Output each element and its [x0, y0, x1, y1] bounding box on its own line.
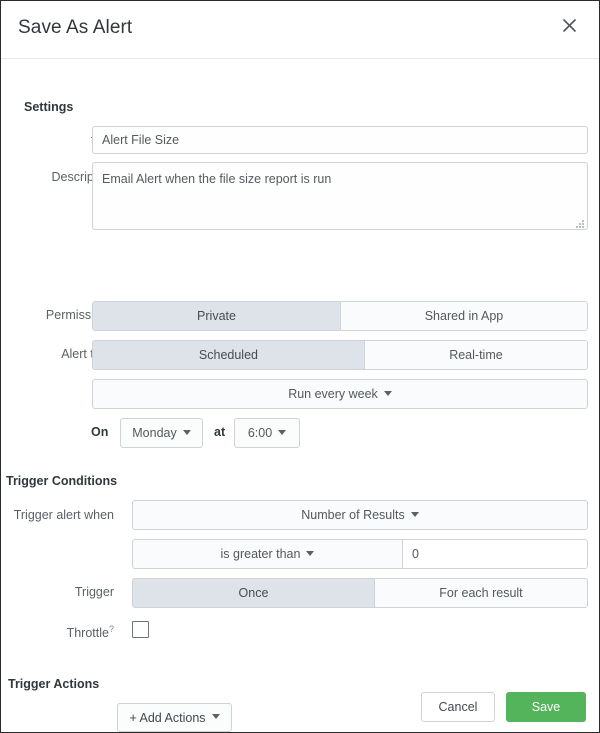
permissions-option-shared-in-app[interactable]: Shared in App	[340, 302, 587, 330]
trigger-segmented-control[interactable]: Once For each result	[132, 578, 588, 608]
trigger-operator-value: is greater than	[221, 547, 301, 561]
dialog-body: Settings Title Description Permissions P…	[1, 59, 599, 688]
trigger-operator-dropdown[interactable]: is greater than	[132, 539, 402, 569]
alert-type-option-real-time[interactable]: Real-time	[364, 341, 587, 369]
trigger-metric-value: Number of Results	[301, 508, 405, 522]
chevron-down-icon	[306, 551, 314, 556]
title-input[interactable]	[92, 126, 588, 154]
alert-type-segmented-control[interactable]: Scheduled Real-time	[92, 340, 588, 370]
trigger-metric-dropdown[interactable]: Number of Results	[132, 500, 588, 530]
permissions-segmented-control[interactable]: Private Shared in App	[92, 301, 588, 331]
day-dropdown[interactable]: Monday	[120, 418, 203, 448]
time-dropdown[interactable]: 6:00	[234, 418, 300, 448]
day-value: Monday	[132, 426, 176, 440]
chevron-down-icon	[384, 391, 392, 396]
dialog-header: Save As Alert	[1, 1, 599, 59]
close-icon[interactable]	[558, 14, 580, 36]
throttle-checkbox[interactable]	[132, 621, 149, 638]
chevron-down-icon	[411, 512, 419, 517]
save-button[interactable]: Save	[506, 692, 586, 722]
save-as-alert-dialog: Save As Alert Settings Title Description…	[0, 0, 600, 733]
dialog-title: Save As Alert	[18, 17, 132, 39]
help-icon[interactable]: ?	[109, 624, 114, 634]
trigger-label: Trigger	[1, 585, 114, 599]
throttle-label: Throttle?	[1, 624, 114, 640]
throttle-label-text: Throttle	[67, 626, 109, 640]
chevron-down-icon	[183, 430, 191, 435]
time-value: 6:00	[248, 426, 272, 440]
cancel-button[interactable]: Cancel	[421, 692, 495, 722]
alert-type-option-scheduled[interactable]: Scheduled	[93, 341, 364, 369]
trigger-conditions-heading: Trigger Conditions	[6, 474, 117, 488]
trigger-alert-when-label: Trigger alert when	[1, 508, 114, 522]
chevron-down-icon	[278, 430, 286, 435]
permissions-option-private[interactable]: Private	[93, 302, 340, 330]
dialog-footer: Cancel Save	[1, 688, 599, 732]
trigger-threshold-input[interactable]	[402, 539, 588, 569]
schedule-frequency-dropdown[interactable]: Run every week	[92, 379, 588, 409]
at-label: at	[214, 425, 225, 439]
schedule-frequency-value: Run every week	[288, 387, 378, 401]
description-textarea[interactable]	[92, 162, 588, 230]
trigger-option-once[interactable]: Once	[133, 579, 374, 607]
settings-heading: Settings	[24, 100, 73, 114]
on-label: On	[91, 425, 108, 439]
trigger-option-for-each-result[interactable]: For each result	[374, 579, 587, 607]
